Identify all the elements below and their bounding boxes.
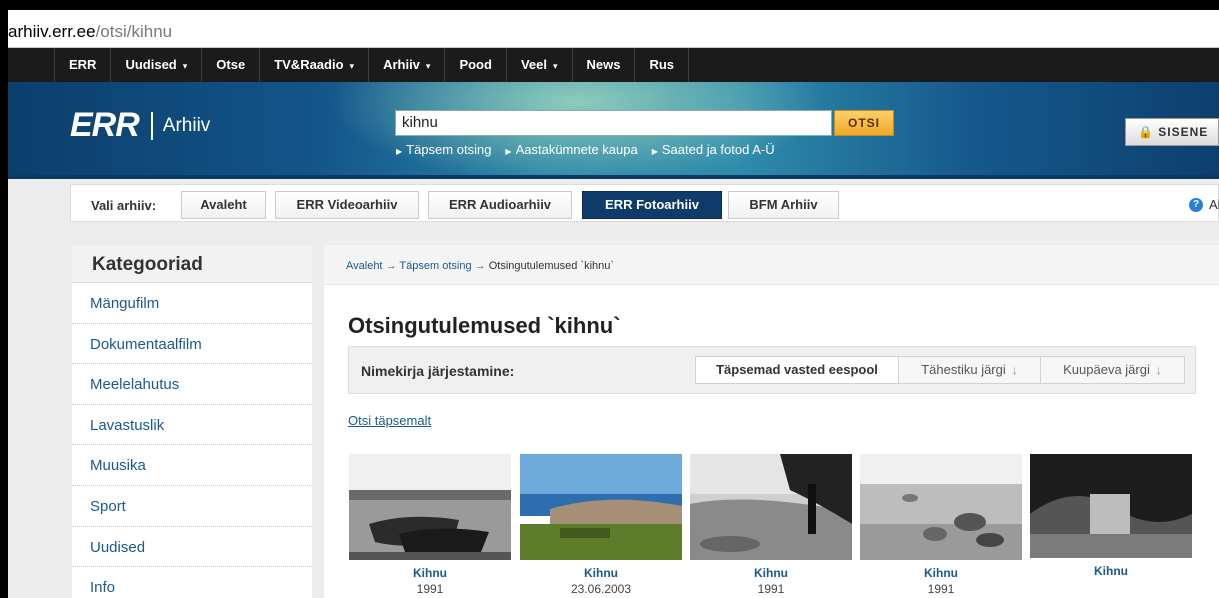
- sidebar-item-info[interactable]: Info: [72, 567, 312, 598]
- category-sidebar: Kategooriad Mängufilm Dokumentaalfilm Me…: [72, 245, 312, 598]
- photo-date: 1991: [927, 582, 955, 596]
- triangle-right-icon: ▶: [651, 147, 658, 156]
- arrow-right-icon: →: [474, 260, 489, 272]
- arrow-down-icon: ↓: [1155, 363, 1162, 377]
- nav-item-pood[interactable]: Pood: [445, 48, 507, 82]
- sidebar-title: Kategooriad: [72, 245, 312, 283]
- archive-tab-audio[interactable]: ERR Audioarhiiv: [428, 191, 572, 219]
- sidebar-item-uudised[interactable]: Uudised: [72, 527, 312, 568]
- lock-icon: 🔒: [1138, 125, 1154, 139]
- archive-selector-bar: Vali arhiiv: Avaleht ERR Videoarhiiv ERR…: [8, 179, 1219, 235]
- photo-title[interactable]: Kihnu: [520, 566, 682, 580]
- nav-item-news[interactable]: News: [573, 48, 636, 82]
- help-icon: ?: [1189, 197, 1203, 212]
- sidebar-item-mangufilm[interactable]: Mängufilm: [72, 283, 312, 324]
- breadcrumb-home[interactable]: Avaleht: [346, 260, 383, 272]
- archive-selector-label: Vali arhiiv:: [91, 198, 157, 213]
- url-host: arhiiv.err.ee: [8, 22, 96, 41]
- nav-item-arhiiv[interactable]: Arhiiv ▾: [369, 48, 446, 82]
- photo-thumbnail[interactable]: [349, 454, 511, 560]
- sidebar-item-meelelahutus[interactable]: Meelelahutus: [72, 364, 312, 405]
- photo-date: 23.06.2003: [570, 582, 632, 596]
- err-logo[interactable]: ERR Arhiiv: [70, 106, 210, 145]
- link-advanced-search[interactable]: ▶ Täpsem otsing: [396, 142, 491, 157]
- chevron-down-icon: ▾: [425, 61, 431, 71]
- sort-label: Nimekirja järjestamine:: [361, 363, 515, 379]
- archive-tab-avaleht[interactable]: Avaleht: [181, 191, 266, 219]
- photo-date: 1991: [416, 582, 444, 596]
- sidebar-item-muusika[interactable]: Muusika: [72, 445, 312, 486]
- breadcrumb-advanced[interactable]: Täpsem otsing: [399, 260, 471, 272]
- nav-item-uudised[interactable]: Uudised ▾: [111, 48, 203, 82]
- logo-section-label: Arhiiv: [162, 114, 211, 136]
- photo-thumbnail[interactable]: [690, 454, 852, 560]
- triangle-right-icon: ▶: [505, 147, 512, 156]
- photo-title[interactable]: Kihnu: [690, 566, 852, 580]
- photo-title[interactable]: Kihnu: [860, 566, 1022, 580]
- nav-item-otse[interactable]: Otse: [202, 48, 261, 82]
- refine-search-link[interactable]: Otsi täpsemalt: [348, 413, 431, 428]
- sidebar-item-lavastuslik[interactable]: Lavastuslik: [72, 405, 312, 446]
- nav-item-tvraadio[interactable]: TV&Raadio ▾: [260, 48, 370, 82]
- chevron-down-icon: ▾: [552, 61, 558, 71]
- url-path: /otsi/kihnu: [95, 22, 173, 41]
- arrow-down-icon: ↓: [1011, 363, 1018, 377]
- nav-item-veel[interactable]: Veel ▾: [507, 48, 573, 82]
- photo-title[interactable]: Kihnu: [1030, 564, 1192, 578]
- photo-result[interactable]: Kihnu 1991: [860, 454, 1022, 596]
- sort-relevance[interactable]: Täpsemad vasted eespool: [695, 356, 899, 384]
- arrow-right-icon: →: [385, 260, 400, 272]
- archive-tab-video[interactable]: ERR Videoarhiiv: [275, 191, 419, 219]
- sort-date[interactable]: Kuupäeva järgi ↓: [1040, 356, 1185, 384]
- archive-tab-bfm[interactable]: BFM Arhiiv: [728, 191, 839, 219]
- photo-result[interactable]: Kihnu: [1030, 454, 1192, 580]
- link-by-decade[interactable]: ▶ Aastakümnete kaupa: [505, 142, 637, 157]
- breadcrumb: Avaleht → Täpsem otsing → Otsingutulemus…: [324, 245, 1219, 285]
- page-title: Otsingutulemused `kihnu`: [348, 313, 621, 338]
- link-shows-photos-az[interactable]: ▶ Saated ja fotod A-Ü: [652, 142, 775, 157]
- address-bar[interactable]: arhiiv.err.ee/otsi/kihnu: [8, 10, 1219, 48]
- help-link[interactable]: ? Abi: [1189, 197, 1219, 212]
- chevron-down-icon: ▾: [349, 61, 355, 71]
- photo-thumbnail[interactable]: [520, 454, 682, 560]
- nav-item-err[interactable]: ERR: [54, 48, 112, 82]
- nav-item-rus[interactable]: Rus: [635, 48, 690, 82]
- logo-mark: ERR: [70, 106, 140, 144]
- photo-date: 1991: [757, 582, 785, 596]
- sidebar-item-sport[interactable]: Sport: [72, 486, 312, 527]
- photo-result[interactable]: Kihnu 1991: [690, 454, 852, 596]
- sort-bar: Nimekirja järjestamine: Täpsemad vasted …: [348, 346, 1196, 394]
- top-navigation: ERR Uudised ▾ Otse TV&Raadio ▾ Arhiiv ▾ Poo…: [8, 48, 1219, 82]
- login-button[interactable]: 🔒 SISENE: [1125, 118, 1219, 146]
- browser-frame: arhiiv.err.ee/otsi/kihnu ERR Uudised ▾ Ot…: [8, 10, 1219, 598]
- photo-thumbnail[interactable]: [1030, 454, 1192, 558]
- photo-result[interactable]: Kihnu 1991: [349, 454, 511, 596]
- photo-result[interactable]: Kihnu 23.06.2003: [520, 454, 682, 596]
- archive-tab-foto[interactable]: ERR Fotoarhiiv: [582, 191, 722, 219]
- logo-divider: [150, 111, 153, 140]
- chevron-down-icon: ▾: [182, 61, 188, 71]
- search-input[interactable]: kihnu: [395, 110, 832, 136]
- search-button[interactable]: OTSI: [834, 110, 894, 136]
- triangle-right-icon: ▶: [396, 147, 403, 156]
- sidebar-item-dokumentaalfilm[interactable]: Dokumentaalfilm: [72, 324, 312, 365]
- photo-title[interactable]: Kihnu: [349, 566, 511, 580]
- results-panel: Avaleht → Täpsem otsing → Otsingutulemus…: [324, 245, 1219, 598]
- site-header: ERR Arhiiv kihnu OTSI ▶ Täpsem otsing ▶ Aa…: [8, 82, 1219, 179]
- breadcrumb-current: Otsingutulemused `kihnu`: [488, 260, 615, 272]
- photo-thumbnail[interactable]: [860, 454, 1022, 560]
- sort-alphabetical[interactable]: Tähestiku järgi ↓: [898, 356, 1041, 384]
- search-sublinks: ▶ Täpsem otsing ▶ Aastakümnete kaupa ▶ Saat…: [396, 142, 775, 157]
